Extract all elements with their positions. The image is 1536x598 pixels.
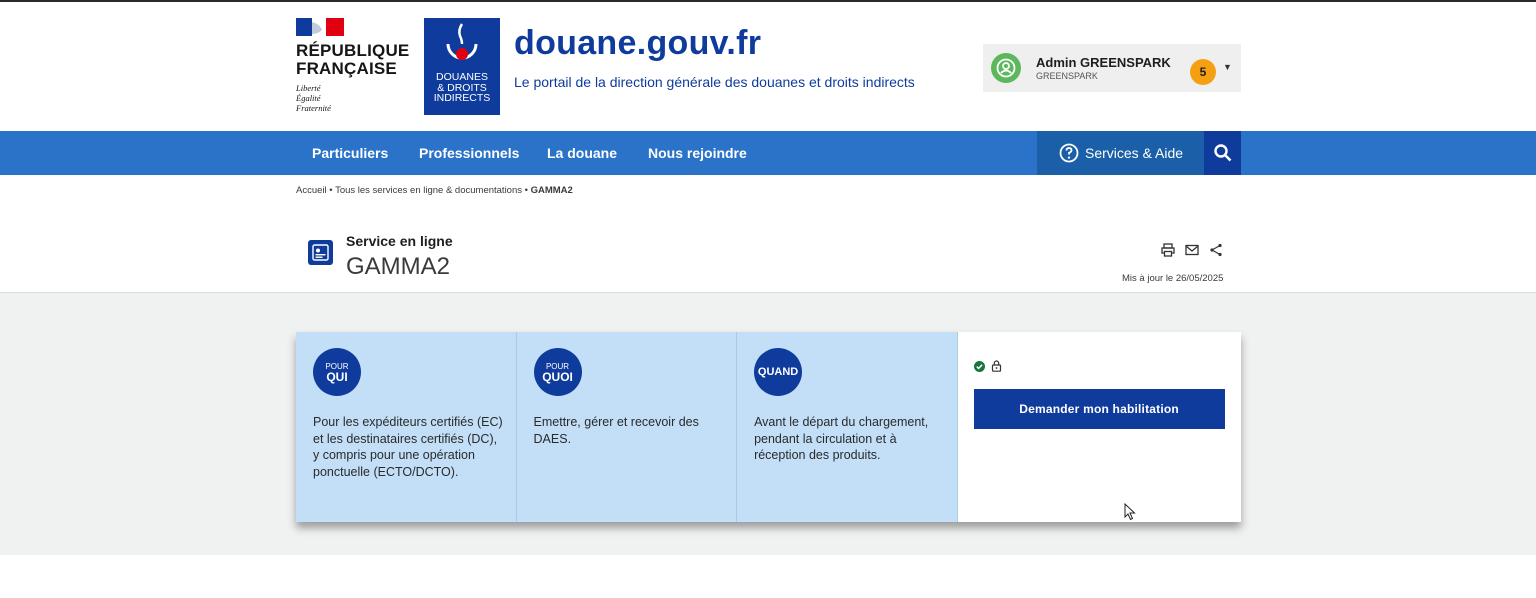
- access-status: [973, 360, 1002, 372]
- badge-word: QUOI: [542, 369, 573, 384]
- services-aide-label: Services & Aide: [1085, 145, 1184, 161]
- marianne-flag-icon: [296, 18, 344, 36]
- republic-line-2: FRANÇAISE: [296, 59, 397, 78]
- motto-liberte: Liberté: [296, 83, 321, 93]
- breadcrumb: Accueil • Tous les services en ligne & d…: [296, 185, 573, 196]
- lock-icon: [991, 360, 1001, 372]
- republic-motto: Liberté Égalité Fraternité: [296, 83, 331, 113]
- douanes-logo[interactable]: DOUANES & DROITS INDIRECTS: [424, 18, 500, 115]
- service-kind-label: Service en ligne: [346, 233, 453, 249]
- douane-emblem-icon: [446, 23, 478, 60]
- site-title-link[interactable]: douane.gouv.fr: [514, 24, 761, 63]
- nav-item-particuliers[interactable]: Particuliers: [312, 145, 388, 161]
- share-actions: [1161, 243, 1223, 257]
- request-habilitation-button[interactable]: Demander mon habilitation: [973, 389, 1225, 429]
- card-quand: QUAND Avant le départ du chargement, pen…: [737, 332, 958, 522]
- user-organization: GREENSPARK: [1036, 71, 1098, 81]
- nav-item-professionnels[interactable]: Professionnels: [419, 145, 519, 161]
- motto-fraternite: Fraternité: [296, 103, 331, 113]
- check-circle-icon: [973, 360, 985, 372]
- chevron-down-icon[interactable]: ▼: [1223, 62, 1232, 72]
- douane-logo-text: DOUANES & DROITS INDIRECTS: [424, 72, 500, 104]
- douane-logo-line-3: INDIRECTS: [433, 92, 491, 104]
- card-description: Avant le départ du chargement, pendant l…: [754, 415, 929, 462]
- page-title: GAMMA2: [346, 253, 451, 280]
- card-description: Emettre, gérer et recevoir des DAES.: [533, 415, 699, 446]
- help-circle-icon: [1059, 143, 1079, 163]
- republique-francaise-label[interactable]: RÉPUBLIQUE FRANÇAISE: [296, 42, 409, 78]
- site-header: RÉPUBLIQUE FRANÇAISE Liberté Égalité Fra…: [0, 2, 1536, 131]
- online-service-icon: [308, 240, 333, 265]
- service-info-cards: POUR QUI Pour les expéditeurs certifiés …: [296, 332, 1241, 522]
- motto-egalite: Égalité: [296, 93, 321, 103]
- services-aide-button[interactable]: Services & Aide: [1037, 131, 1204, 175]
- card-description: Pour les expéditeurs certifiés (EC) et l…: [313, 415, 503, 479]
- pour-qui-badge: POUR QUI: [313, 348, 361, 396]
- mouse-cursor-icon: [1124, 503, 1136, 521]
- douane-logo-line-1: DOUANES: [436, 71, 488, 83]
- last-updated-text: Mis à jour le 26/05/2025: [1122, 273, 1224, 284]
- share-icon[interactable]: [1209, 243, 1223, 257]
- republic-line-1: RÉPUBLIQUE: [296, 41, 410, 60]
- breadcrumb-current: GAMMA2: [530, 185, 573, 196]
- pour-quoi-badge: POUR QUOI: [533, 348, 582, 396]
- main-navigation: Particuliers Professionnels La douane No…: [0, 131, 1536, 175]
- notification-count-badge[interactable]: 5: [1190, 59, 1216, 85]
- site-subtitle: Le portail de la direction générale des …: [514, 74, 915, 90]
- card-pour-qui: POUR QUI Pour les expéditeurs certifiés …: [296, 332, 517, 522]
- search-button[interactable]: [1204, 131, 1241, 175]
- nav-item-nous-rejoindre[interactable]: Nous rejoindre: [648, 145, 747, 161]
- badge-word: QUI: [326, 369, 348, 384]
- badge-word: QUAND: [757, 366, 799, 378]
- breadcrumb-home[interactable]: Accueil: [296, 185, 327, 196]
- user-avatar-icon: [991, 53, 1021, 83]
- mail-icon[interactable]: [1185, 243, 1199, 257]
- card-access: Demander mon habilitation: [957, 332, 1241, 522]
- nav-item-la-douane[interactable]: La douane: [547, 145, 617, 161]
- breadcrumb-section[interactable]: Tous les services en ligne & documentati…: [335, 185, 522, 196]
- card-pour-quoi: POUR QUOI Emettre, gérer et recevoir des…: [516, 332, 738, 522]
- search-icon: [1213, 144, 1231, 162]
- print-icon[interactable]: [1161, 243, 1175, 257]
- quand-badge: QUAND: [754, 348, 803, 396]
- user-name: Admin GREENSPARK: [1036, 55, 1171, 70]
- user-account-menu[interactable]: Admin GREENSPARK GREENSPARK 5 ▼: [983, 44, 1241, 92]
